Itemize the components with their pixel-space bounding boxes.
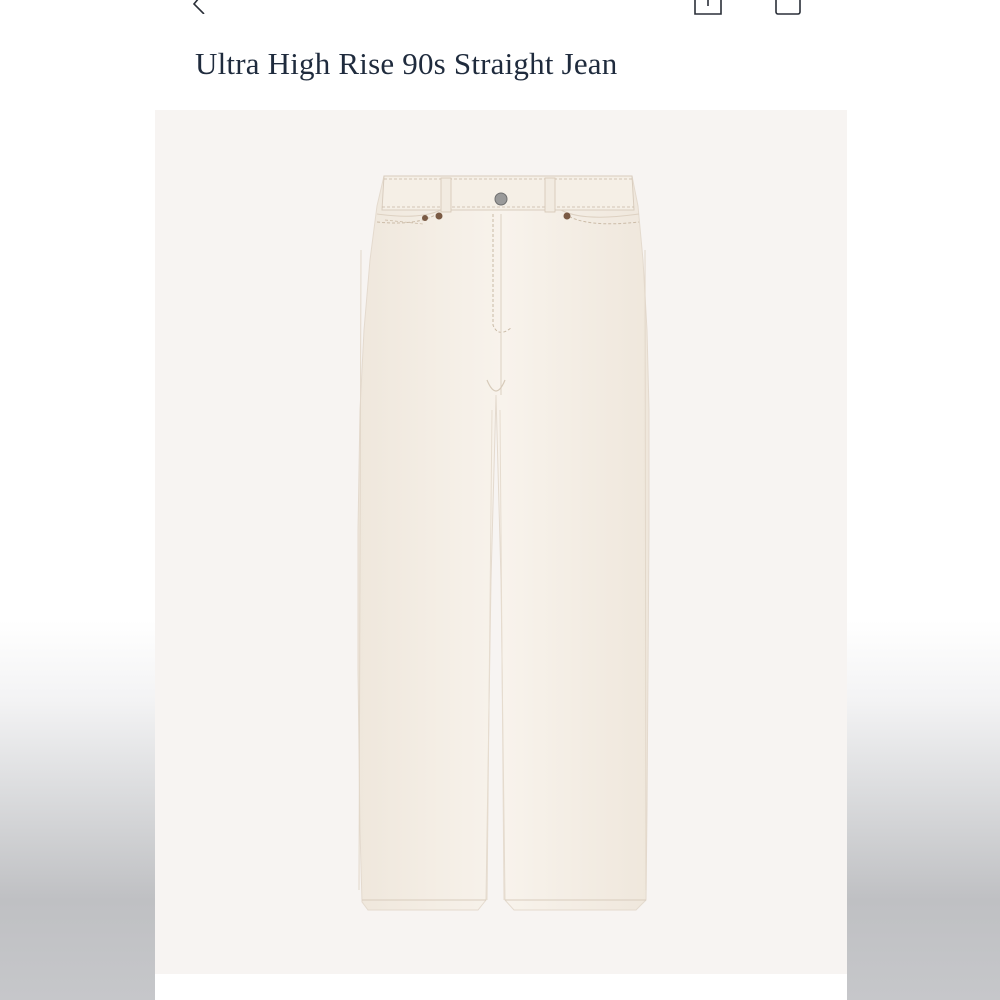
share-icon[interactable] [691, 0, 725, 18]
chevron-left-icon[interactable] [188, 0, 210, 15]
shopping-bag-icon[interactable] [772, 0, 804, 18]
product-title: Ultra High Rise 90s Straight Jean [195, 46, 618, 81]
top-navigation-bar [155, 0, 847, 20]
product-image[interactable] [155, 110, 847, 974]
product-page: Ultra High Rise 90s Straight Jean [155, 0, 847, 1000]
right-backdrop [847, 0, 1000, 1000]
jeans-illustration [357, 175, 650, 911]
left-backdrop [0, 0, 155, 1000]
